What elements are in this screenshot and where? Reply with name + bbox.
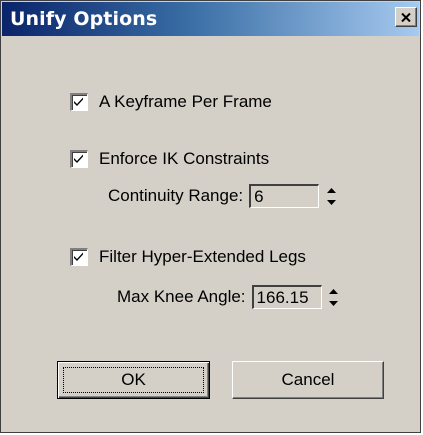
continuity-range-label: Continuity Range: [108,186,244,205]
checkmark-icon [74,252,83,261]
enforce-ik-label: Enforce IK Constraints [99,149,270,168]
checkmark-icon [74,154,83,163]
cancel-button-label: Cancel [281,370,335,389]
filter-legs-option[interactable]: Filter Hyper-Extended Legs [70,247,306,267]
spin-down-arrow-icon[interactable] [328,298,340,308]
max-knee-angle-label: Max Knee Angle: [117,287,246,306]
filter-legs-checkbox[interactable] [70,248,88,266]
close-button[interactable] [395,7,417,27]
filter-legs-label: Filter Hyper-Extended Legs [99,247,306,266]
dialog-title: Unify Options [10,8,158,30]
enforce-ik-option[interactable]: Enforce IK Constraints [70,149,269,169]
continuity-range-row: Continuity Range: [108,184,337,208]
title-bar[interactable]: Unify Options [2,2,419,36]
continuity-range-input[interactable] [249,184,320,208]
continuity-range-spinner[interactable] [325,185,337,207]
keyframe-per-frame-option[interactable]: A Keyframe Per Frame [70,92,272,112]
checkmark-icon [74,97,83,106]
max-knee-angle-input[interactable] [251,285,322,309]
ok-button-label: OK [121,370,146,389]
close-icon [401,12,411,22]
spin-down-arrow-icon[interactable] [325,197,337,207]
enforce-ik-checkbox[interactable] [70,150,88,168]
cancel-button[interactable]: Cancel [232,361,384,399]
keyframe-per-frame-checkbox[interactable] [70,93,88,111]
max-knee-angle-row: Max Knee Angle: [117,285,340,309]
keyframe-per-frame-label: A Keyframe Per Frame [99,92,272,111]
ok-button[interactable]: OK [57,361,210,399]
spin-up-arrow-icon[interactable] [325,185,337,195]
unify-options-dialog: Unify Options A Keyframe Per Frame Enfor… [0,0,421,433]
max-knee-angle-spinner[interactable] [328,286,340,308]
spin-up-arrow-icon[interactable] [328,286,340,296]
